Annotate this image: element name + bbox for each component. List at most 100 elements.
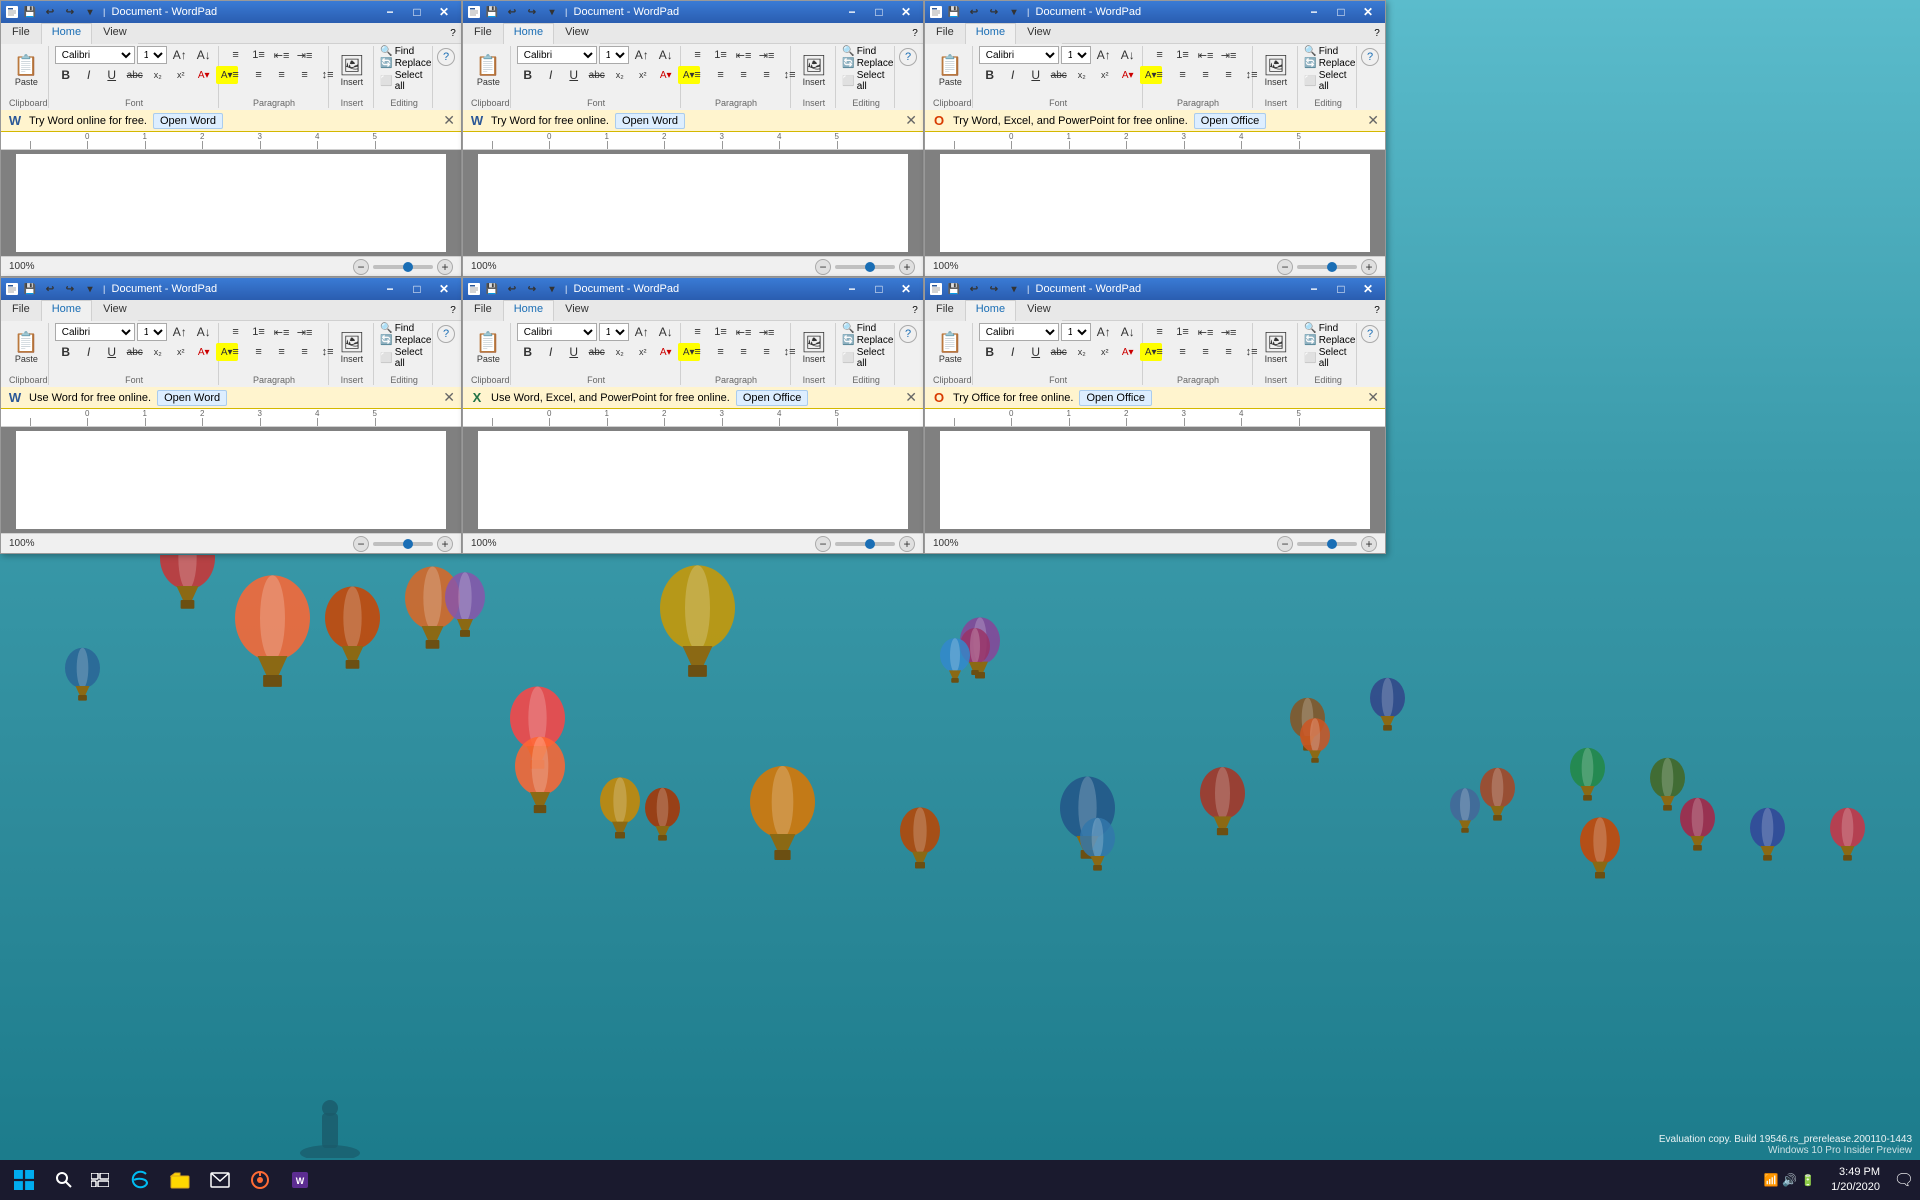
subscript-btn-4[interactable]: x₂: [147, 343, 169, 361]
italic-btn-5[interactable]: I: [540, 343, 562, 361]
align-justify-btn-4[interactable]: ≡: [294, 343, 316, 361]
insert-btn-1[interactable]: 🖼 Insert: [335, 50, 370, 94]
align-right-btn-4[interactable]: ≡: [271, 343, 293, 361]
zoom-in-btn-4[interactable]: +: [437, 536, 453, 552]
file-tab-4[interactable]: File: [1, 300, 41, 321]
size-selector-5[interactable]: 11: [599, 323, 629, 341]
search-button[interactable]: [48, 1160, 80, 1200]
subscript-btn-6[interactable]: x₂: [1071, 343, 1093, 361]
zoom-in-btn-5[interactable]: +: [899, 536, 915, 552]
color-btn-6[interactable]: A▾: [1117, 343, 1139, 361]
file-tab-5[interactable]: File: [463, 300, 503, 321]
list-btn-2[interactable]: ≡: [687, 46, 709, 64]
ribbon-help-btn-4[interactable]: ?: [445, 300, 461, 320]
file-tab-1[interactable]: File: [1, 23, 41, 44]
doc-page-5[interactable]: [478, 431, 908, 529]
help-btn-5[interactable]: ?: [899, 325, 917, 343]
superscript-btn-6[interactable]: x²: [1094, 343, 1116, 361]
grow-font-btn-2[interactable]: A↑: [631, 46, 653, 64]
file-tab-3[interactable]: File: [925, 23, 965, 44]
redo-qat-btn[interactable]: ↪: [985, 3, 1003, 21]
align-right-btn-3[interactable]: ≡: [1195, 66, 1217, 84]
bold-btn-2[interactable]: B: [517, 66, 539, 84]
font-selector-2[interactable]: Calibri: [517, 46, 597, 64]
list-btn-6[interactable]: ≡: [1149, 323, 1171, 341]
underline-btn-3[interactable]: U: [1025, 66, 1047, 84]
size-selector-3[interactable]: 11: [1061, 46, 1091, 64]
ribbon-help-btn-2[interactable]: ?: [907, 23, 923, 43]
qat-more-btn[interactable]: ▾: [81, 280, 99, 298]
align-center-btn-3[interactable]: ≡: [1172, 66, 1194, 84]
minimize-btn-2[interactable]: −: [839, 3, 865, 21]
grow-font-btn-4[interactable]: A↑: [169, 323, 191, 341]
font-selector-4[interactable]: Calibri: [55, 323, 135, 341]
italic-btn-4[interactable]: I: [78, 343, 100, 361]
strikethrough-btn-1[interactable]: abc: [124, 66, 146, 84]
doc-area-6[interactable]: [925, 427, 1385, 533]
replace-btn-5[interactable]: 🔄Replace: [842, 335, 893, 346]
view-tab-4[interactable]: View: [92, 300, 138, 321]
outdent-btn-3[interactable]: ⇤≡: [1195, 46, 1217, 64]
paste-btn-6[interactable]: 📋 Paste: [933, 327, 968, 371]
banner-close-btn-3[interactable]: ✕: [1367, 112, 1379, 129]
underline-btn-4[interactable]: U: [101, 343, 123, 361]
align-justify-btn-3[interactable]: ≡: [1218, 66, 1240, 84]
minimize-btn-3[interactable]: −: [1301, 3, 1327, 21]
select-all-btn-6[interactable]: ⬜Select all: [1304, 347, 1352, 369]
doc-area-4[interactable]: [1, 427, 461, 533]
zoom-out-btn-5[interactable]: −: [815, 536, 831, 552]
color-btn-1[interactable]: A▾: [193, 66, 215, 84]
align-justify-btn-1[interactable]: ≡: [294, 66, 316, 84]
underline-btn-2[interactable]: U: [563, 66, 585, 84]
replace-btn-3[interactable]: 🔄Replace: [1304, 58, 1355, 69]
list-btn-1[interactable]: ≡: [225, 46, 247, 64]
shrink-font-btn-5[interactable]: A↓: [655, 323, 677, 341]
find-btn-6[interactable]: 🔍Find: [1304, 323, 1338, 334]
align-left-btn-6[interactable]: ≡: [1149, 343, 1171, 361]
select-all-btn-1[interactable]: ⬜Select all: [380, 70, 428, 92]
find-btn-4[interactable]: 🔍Find: [380, 323, 414, 334]
outdent-btn-6[interactable]: ⇤≡: [1195, 323, 1217, 341]
strikethrough-btn-3[interactable]: abc: [1048, 66, 1070, 84]
zoom-out-btn-4[interactable]: −: [353, 536, 369, 552]
font-selector-6[interactable]: Calibri: [979, 323, 1059, 341]
align-left-btn-5[interactable]: ≡: [687, 343, 709, 361]
home-tab-1[interactable]: Home: [41, 23, 92, 44]
help-btn-6[interactable]: ?: [1361, 325, 1379, 343]
zoom-slider-2[interactable]: [835, 265, 895, 269]
zoom-slider-1[interactable]: [373, 265, 433, 269]
minimize-btn-6[interactable]: −: [1301, 280, 1327, 298]
shrink-font-btn-3[interactable]: A↓: [1117, 46, 1139, 64]
align-left-btn-1[interactable]: ≡: [225, 66, 247, 84]
doc-page-2[interactable]: [478, 154, 908, 252]
view-tab-2[interactable]: View: [554, 23, 600, 44]
undo-qat-btn[interactable]: ↩: [965, 280, 983, 298]
help-btn-2[interactable]: ?: [899, 48, 917, 66]
color-btn-5[interactable]: A▾: [655, 343, 677, 361]
home-tab-2[interactable]: Home: [503, 23, 554, 44]
view-tab-3[interactable]: View: [1016, 23, 1062, 44]
save-qat-btn[interactable]: 💾: [945, 280, 963, 298]
save-qat-btn[interactable]: 💾: [21, 280, 39, 298]
zoom-slider-5[interactable]: [835, 542, 895, 546]
explorer-taskbar-icon[interactable]: [160, 1160, 200, 1200]
superscript-btn-5[interactable]: x²: [632, 343, 654, 361]
num-list-btn-5[interactable]: 1≡: [710, 323, 732, 341]
mail-taskbar-icon[interactable]: [200, 1160, 240, 1200]
num-list-btn-3[interactable]: 1≡: [1172, 46, 1194, 64]
num-list-btn-6[interactable]: 1≡: [1172, 323, 1194, 341]
banner-close-btn-6[interactable]: ✕: [1367, 389, 1379, 406]
file-tab-6[interactable]: File: [925, 300, 965, 321]
banner-button-4[interactable]: Open Word: [157, 390, 227, 406]
doc-page-1[interactable]: [16, 154, 446, 252]
save-qat-btn[interactable]: 💾: [483, 3, 501, 21]
font-selector-3[interactable]: Calibri: [979, 46, 1059, 64]
list-btn-3[interactable]: ≡: [1149, 46, 1171, 64]
home-tab-4[interactable]: Home: [41, 300, 92, 321]
underline-btn-6[interactable]: U: [1025, 343, 1047, 361]
close-btn-5[interactable]: ✕: [893, 280, 919, 298]
font-selector-1[interactable]: Calibri: [55, 46, 135, 64]
insert-btn-4[interactable]: 🖼 Insert: [335, 327, 370, 371]
undo-qat-btn[interactable]: ↩: [503, 3, 521, 21]
doc-area-1[interactable]: [1, 150, 461, 256]
